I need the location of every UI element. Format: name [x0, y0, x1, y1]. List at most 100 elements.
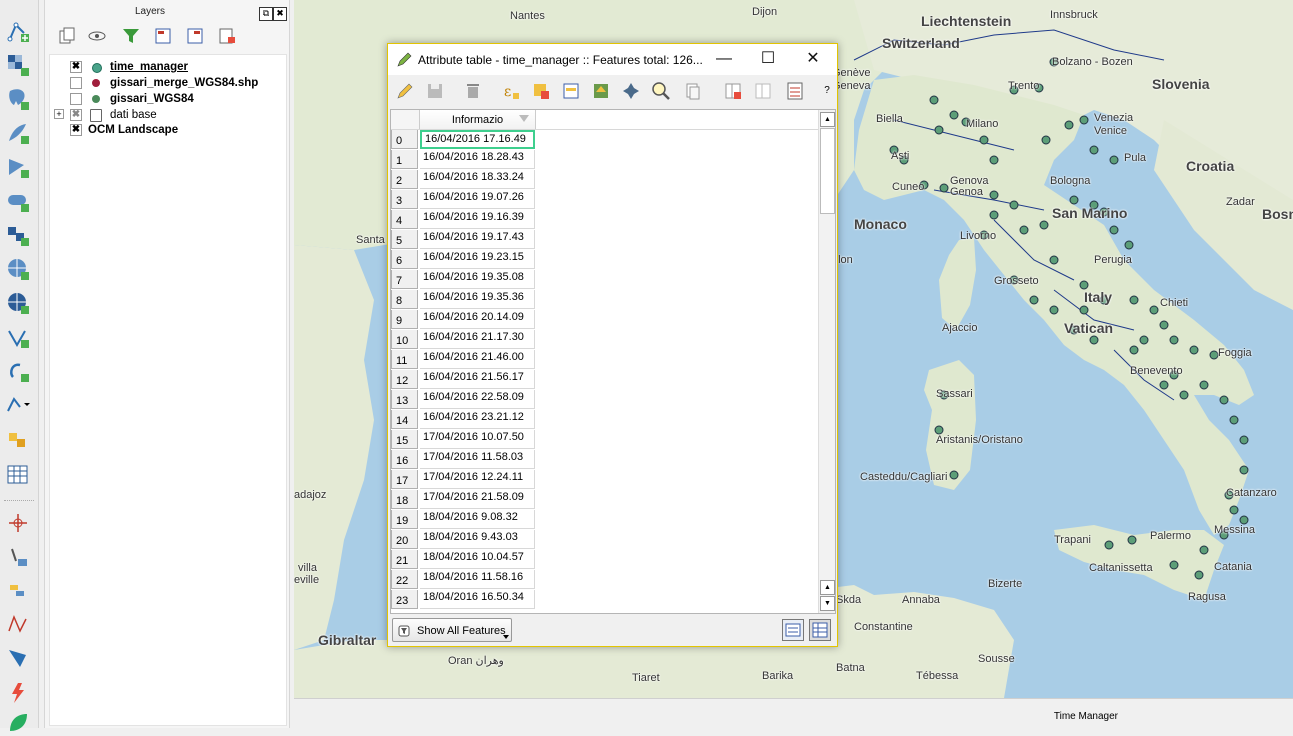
delete-column-icon[interactable]	[723, 81, 743, 101]
mssql-icon[interactable]	[5, 154, 31, 180]
row-number[interactable]: 9	[391, 310, 418, 329]
column-header-informazio[interactable]: Informazio	[420, 110, 536, 129]
table-row[interactable]: 3 16/04/2016 19.07.26	[391, 190, 819, 210]
table-row[interactable]: 23 18/04/2016 16.50.34	[391, 590, 819, 610]
table-cell-informazio[interactable]: 16/04/2016 21.46.00	[420, 350, 535, 369]
row-number[interactable]: 7	[391, 270, 418, 289]
wms-icon[interactable]	[5, 256, 31, 282]
table-cell-informazio[interactable]: 16/04/2016 18.28.43	[420, 150, 535, 169]
expression-select-icon[interactable]: ε	[501, 81, 521, 101]
table-row[interactable]: 17 17/04/2016 12.24.11	[391, 470, 819, 490]
postgis-icon[interactable]	[5, 86, 31, 112]
table-cell-informazio[interactable]: 18/04/2016 16.50.34	[420, 590, 535, 609]
table-row[interactable]: 10 16/04/2016 21.17.30	[391, 330, 819, 350]
table-row[interactable]: 11 16/04/2016 21.46.00	[391, 350, 819, 370]
row-number[interactable]: 1	[391, 150, 418, 169]
row-number[interactable]: 19	[391, 510, 418, 529]
close-button[interactable]: ✕	[796, 48, 830, 72]
expand-all-icon[interactable]	[153, 26, 173, 46]
add-vector-layer-icon[interactable]	[5, 18, 31, 44]
float-panel-button[interactable]: ⧉	[259, 7, 273, 21]
row-number[interactable]: 20	[391, 530, 418, 549]
spatialite-icon[interactable]	[5, 120, 31, 146]
new-column-icon[interactable]	[753, 81, 773, 101]
pan-to-selection-icon[interactable]	[621, 81, 641, 101]
virtual-layer-icon[interactable]	[5, 428, 31, 454]
scroll-up-arrow-icon[interactable]: ▲	[820, 580, 835, 595]
table-row[interactable]: 4 16/04/2016 19.16.39	[391, 210, 819, 230]
field-calculator-icon[interactable]	[785, 81, 805, 101]
row-number[interactable]: 21	[391, 550, 418, 569]
scroll-down-arrow-icon[interactable]: ▼	[820, 596, 835, 611]
table-row[interactable]: 16 17/04/2016 11.58.03	[391, 450, 819, 470]
filter-legend-icon[interactable]	[121, 26, 141, 46]
row-number[interactable]: 11	[391, 350, 418, 369]
table-row[interactable]: 0 16/04/2016 17.16.49	[391, 130, 819, 150]
table-cell-informazio[interactable]: 17/04/2016 12.24.11	[420, 470, 535, 489]
table-cell-informazio[interactable]: 16/04/2016 21.56.17	[420, 370, 535, 389]
remove-layer-icon[interactable]	[217, 26, 237, 46]
form-view-button[interactable]	[782, 619, 804, 641]
table-row[interactable]: 7 16/04/2016 19.35.08	[391, 270, 819, 290]
table-row[interactable]: 21 18/04/2016 10.04.57	[391, 550, 819, 570]
table-row[interactable]: 22 18/04/2016 11.58.16	[391, 570, 819, 590]
toggle-editing-icon[interactable]	[395, 81, 415, 101]
table-cell-informazio[interactable]: 16/04/2016 19.07.26	[420, 190, 535, 209]
table-cell-informazio[interactable]: 16/04/2016 19.35.36	[420, 290, 535, 309]
lightning-icon[interactable]	[5, 680, 31, 706]
layer-checkbox[interactable]	[70, 77, 82, 89]
help-button[interactable]: ?	[817, 81, 837, 101]
db2-icon[interactable]	[5, 222, 31, 248]
row-number[interactable]: 16	[391, 450, 418, 469]
table-cell-informazio[interactable]: 16/04/2016 19.17.43	[420, 230, 535, 249]
table-cell-informazio[interactable]: 17/04/2016 11.58.03	[420, 450, 535, 469]
move-feature-icon[interactable]	[5, 578, 31, 604]
table-cell-informazio[interactable]: 18/04/2016 10.04.57	[420, 550, 535, 569]
zoom-to-selection-icon[interactable]	[651, 81, 671, 101]
delete-feature-icon[interactable]	[463, 81, 483, 101]
close-panel-button[interactable]: ✖	[273, 7, 287, 21]
row-number[interactable]: 17	[391, 470, 418, 489]
layer-checkbox[interactable]: ✖	[70, 61, 82, 73]
leaf-icon[interactable]	[5, 710, 31, 736]
group-checkbox[interactable]: ✖	[70, 109, 82, 121]
table-cell-informazio[interactable]: 16/04/2016 19.35.08	[420, 270, 535, 289]
table-row[interactable]: 15 17/04/2016 10.07.50	[391, 430, 819, 450]
row-number[interactable]: 22	[391, 570, 418, 589]
new-layer-icon[interactable]	[5, 358, 31, 384]
split-icon[interactable]	[5, 646, 31, 672]
oracle-icon[interactable]	[5, 188, 31, 214]
move-selection-top-icon[interactable]	[591, 81, 611, 101]
table-cell-informazio[interactable]: 17/04/2016 21.58.09	[420, 490, 535, 509]
table-row[interactable]: 8 16/04/2016 19.35.36	[391, 290, 819, 310]
reshape-icon[interactable]	[5, 612, 31, 638]
wcs-icon[interactable]	[5, 290, 31, 316]
visibility-eye-icon[interactable]	[87, 26, 107, 46]
table-view-button[interactable]	[809, 619, 831, 641]
save-edits-icon[interactable]	[425, 81, 445, 101]
add-vertex-icon[interactable]	[5, 544, 31, 570]
layer-item-ocm-landscape[interactable]: ✖ OCM Landscape	[50, 123, 286, 138]
table-cell-informazio[interactable]: 16/04/2016 23.21.12	[420, 410, 535, 429]
layer-item-time-manager[interactable]: ✖ time_manager	[50, 60, 286, 75]
select-all-icon[interactable]	[531, 81, 551, 101]
layer-item-gissari-wgs84[interactable]: gissari_WGS84	[50, 92, 286, 107]
layer-checkbox[interactable]	[70, 93, 82, 105]
table-cell-informazio[interactable]: 16/04/2016 17.16.49	[420, 130, 535, 149]
scroll-up-arrow-icon[interactable]: ▲	[820, 112, 835, 127]
table-cell-informazio[interactable]: 16/04/2016 21.17.30	[420, 330, 535, 349]
row-number[interactable]: 5	[391, 230, 418, 249]
expand-group-icon[interactable]: +	[54, 109, 64, 119]
minimize-button[interactable]: —	[707, 48, 741, 72]
table-cell-informazio[interactable]: 18/04/2016 9.43.03	[420, 530, 535, 549]
table-cell-informazio[interactable]: 18/04/2016 11.58.16	[420, 570, 535, 589]
table-cell-informazio[interactable]: 16/04/2016 22.58.09	[420, 390, 535, 409]
table-cell-informazio[interactable]: 16/04/2016 19.16.39	[420, 210, 535, 229]
layer-item-gissari-merge[interactable]: gissari_merge_WGS84.shp	[50, 76, 286, 91]
row-number[interactable]: 6	[391, 250, 418, 269]
table-row[interactable]: 6 16/04/2016 19.23.15	[391, 250, 819, 270]
open-layer-styling-icon[interactable]	[57, 26, 77, 46]
table-row[interactable]: 13 16/04/2016 22.58.09	[391, 390, 819, 410]
table-row[interactable]: 12 16/04/2016 21.56.17	[391, 370, 819, 390]
table-row[interactable]: 18 17/04/2016 21.58.09	[391, 490, 819, 510]
